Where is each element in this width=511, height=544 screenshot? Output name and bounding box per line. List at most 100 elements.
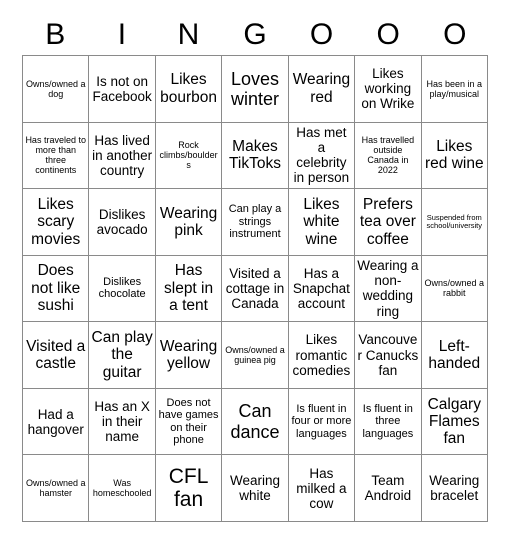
bingo-cell[interactable]: Owns/owned a rabbit: [421, 255, 488, 323]
bingo-cell[interactable]: Is fluent in three languages: [355, 388, 422, 456]
bingo-cell[interactable]: Wearing pink: [155, 189, 223, 256]
bingo-cell-label: Wearing white: [229, 473, 280, 504]
bingo-cell[interactable]: Owns/owned a guinea pig: [222, 322, 289, 389]
bingo-cell-label: Had a hangover: [27, 406, 84, 437]
bingo-cell[interactable]: Had a hangover: [23, 388, 90, 456]
bingo-header-letter: O: [309, 17, 334, 51]
bingo-cell[interactable]: Wearing yellow: [155, 322, 223, 389]
bingo-cell-label: Wearing yellow: [159, 337, 218, 373]
bingo-header-letter: G: [243, 17, 267, 51]
bingo-cell[interactable]: Likes working on Wrike: [355, 56, 422, 123]
bingo-cell-label: Dislikes avocado: [96, 206, 148, 237]
bingo-cell[interactable]: Likes bourbon: [155, 56, 223, 123]
bingo-cell[interactable]: Has an X in their name: [89, 388, 156, 456]
bingo-cell[interactable]: Is not on Facebook: [89, 56, 156, 123]
bingo-cell[interactable]: Has a Snapchat account: [288, 255, 356, 323]
bingo-cell-label: Has slept in a tent: [164, 262, 214, 315]
bingo-cell-label: Has met a celebrity in person: [293, 125, 350, 186]
bingo-cell[interactable]: Vancouver Canucks fan: [355, 322, 422, 389]
bingo-cell[interactable]: Owns/owned a hamster: [23, 455, 90, 522]
bingo-cell-label: Has a Snapchat account: [292, 265, 350, 312]
bingo-cell-label: Rock climbs/boulders: [159, 140, 218, 171]
bingo-cell-label: Owns/owned a guinea pig: [225, 344, 285, 366]
bingo-cell[interactable]: Has travelled outside Canada in 2022: [355, 122, 422, 190]
bingo-cell[interactable]: Has slept in a tent: [155, 255, 223, 323]
bingo-grid: Owns/owned a dog Is not on Facebook Likes …: [22, 55, 488, 522]
bingo-cell[interactable]: Left-handed: [421, 322, 488, 389]
bingo-cell[interactable]: Likes white wine: [288, 189, 356, 256]
bingo-cell-label: Left-handed: [428, 337, 481, 373]
bingo-cell-label: Was homeschooled: [92, 478, 152, 499]
bingo-cell-label: Wearing bracelet: [429, 473, 480, 504]
bingo-cell-label: Likes red wine: [424, 137, 484, 173]
bingo-card: B I N G O O O Owns/owned a dog Is not on Facebo…: [0, 0, 511, 544]
bingo-cell[interactable]: Makes TikToks: [222, 122, 289, 190]
bingo-cell[interactable]: Does not have games on their phone: [155, 388, 223, 456]
bingo-cell[interactable]: Wearing a non-wedding ring: [355, 255, 422, 323]
bingo-cell-label: Has milked a cow: [296, 465, 347, 511]
bingo-cell-label: Owns/owned a hamster: [25, 478, 86, 499]
bingo-cell[interactable]: Team Android: [355, 455, 422, 522]
bingo-cell-label: Likes white wine: [303, 195, 340, 248]
bingo-cell-label: Prefers tea over coffee: [359, 195, 416, 248]
bingo-cell[interactable]: Has been in a play/musical: [421, 56, 488, 123]
bingo-header-letter: I: [117, 17, 127, 51]
bingo-cell-label: Wearing a non-wedding ring: [357, 258, 419, 319]
bingo-cell-label: Dislikes chocolate: [98, 276, 146, 301]
bingo-cell[interactable]: Dislikes chocolate: [89, 255, 156, 323]
bingo-cell[interactable]: Has met a celebrity in person: [288, 122, 356, 190]
bingo-cell[interactable]: Wearing red: [288, 56, 356, 123]
bingo-cell[interactable]: Was homeschooled: [89, 455, 156, 522]
bingo-cell[interactable]: Rock climbs/boulders: [155, 122, 223, 190]
bingo-header-letter: O: [376, 17, 400, 51]
bingo-cell[interactable]: Has milked a cow: [288, 455, 356, 522]
bingo-cell-label: Owns/owned a rabbit: [424, 278, 485, 299]
bingo-cell-label: Can dance: [230, 401, 280, 442]
bingo-cell-label: Can play the guitar: [91, 329, 153, 381]
bingo-cell-label: Has traveled to more than three continen…: [25, 135, 86, 176]
bingo-cell[interactable]: Calgary Flames fan: [421, 388, 488, 456]
bingo-cell[interactable]: Has traveled to more than three continen…: [23, 122, 90, 190]
bingo-cell-label: Loves winter: [230, 68, 280, 109]
bingo-cell-label: Likes scary movies: [31, 195, 81, 248]
bingo-cell[interactable]: Likes scary movies: [23, 189, 90, 256]
bingo-cell-label: Likes bourbon: [160, 71, 217, 106]
bingo-cell-label: Owns/owned a dog: [25, 78, 86, 99]
bingo-cell-label: Makes TikToks: [229, 137, 281, 173]
bingo-cell-label: Is fluent in four or more languages: [291, 403, 352, 440]
bingo-cell[interactable]: Wearing bracelet: [421, 455, 488, 522]
bingo-cell[interactable]: Likes red wine: [421, 122, 488, 190]
bingo-cell-label: Wearing red: [292, 71, 351, 106]
bingo-cell[interactable]: Loves winter: [222, 56, 289, 123]
bingo-cell[interactable]: Visited a castle: [23, 322, 90, 389]
bingo-cell-label: Has travelled outside Canada in 2022: [361, 135, 415, 176]
bingo-cell[interactable]: Prefers tea over coffee: [355, 189, 422, 256]
bingo-cell[interactable]: Has lived in another country: [89, 122, 156, 190]
bingo-cell[interactable]: Can play a strings instrument: [222, 189, 289, 256]
bingo-cell[interactable]: Suspended from school/university: [421, 189, 488, 256]
bingo-cell-label: Team Android: [364, 473, 412, 504]
bingo-cell-label: Has lived in another country: [92, 132, 153, 178]
bingo-cell-label: Is fluent in three languages: [362, 403, 414, 440]
bingo-header-row: BINGOOO: [22, 14, 488, 55]
bingo-cell-label: Likes romantic comedies: [292, 332, 351, 378]
bingo-cell[interactable]: Owns/owned a dog: [23, 56, 90, 123]
bingo-cell[interactable]: CFL fan: [155, 455, 223, 522]
bingo-cell[interactable]: Likes romantic comedies: [288, 322, 356, 389]
bingo-cell-label: Likes working on Wrike: [361, 66, 415, 112]
bingo-cell[interactable]: Can dance: [222, 388, 289, 456]
bingo-cell[interactable]: Does not like sushi: [23, 255, 90, 323]
bingo-cell-label: Visited a cottage in Canada: [225, 265, 285, 312]
bingo-cell[interactable]: Visited a cottage in Canada: [222, 255, 289, 323]
bingo-cell-label: Calgary Flames fan: [427, 395, 481, 448]
bingo-header-letter: O: [443, 17, 467, 51]
bingo-cell[interactable]: Can play the guitar: [89, 322, 156, 389]
bingo-cell[interactable]: Dislikes avocado: [89, 189, 156, 256]
bingo-cell-label: Suspended from school/university: [426, 212, 482, 230]
bingo-cell-label: Vancouver Canucks fan: [357, 332, 419, 378]
bingo-cell[interactable]: Is fluent in four or more languages: [288, 388, 356, 456]
bingo-cell[interactable]: Wearing white: [222, 455, 289, 522]
bingo-header-letter: N: [177, 17, 200, 51]
bingo-cell-label: Does not like sushi: [31, 262, 81, 315]
bingo-cell-label: Wearing pink: [159, 204, 218, 239]
